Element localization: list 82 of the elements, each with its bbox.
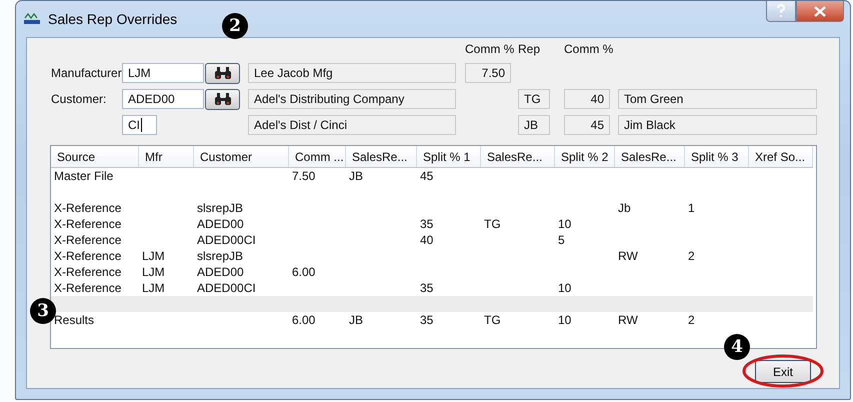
table-cell-text: ADED00CI	[196, 280, 257, 296]
table-cell-text: 10	[557, 280, 572, 296]
column-header[interactable]: SalesRe...	[481, 146, 555, 167]
table-cell-text: X-Reference	[53, 280, 122, 296]
table-cell-text: ADED00CI	[196, 232, 257, 248]
table-cell-text: ADED00	[196, 216, 245, 232]
table-cell-text: X-Reference	[53, 248, 122, 264]
lookup-button[interactable]	[205, 62, 240, 84]
column-header[interactable]: Split % 2	[555, 146, 615, 167]
table-cell-text: 5	[557, 232, 566, 248]
comm-field: 40	[564, 89, 610, 109]
input-field[interactable]: ADED00	[122, 89, 204, 109]
table-cell-text: LJM	[141, 264, 166, 280]
input-field[interactable]: LJM	[122, 63, 204, 83]
column-header[interactable]: SalesRe...	[346, 146, 417, 167]
table-cell-text: ADED00	[196, 264, 245, 280]
table-cell-text: 10	[557, 216, 572, 232]
column-header[interactable]: Comm ...	[289, 146, 346, 167]
rep-name-field: Tom Green	[618, 89, 817, 109]
column-header[interactable]: Mfr	[139, 146, 194, 167]
table-cell-text: JB	[348, 312, 364, 328]
table-cell-text: slsrepJB	[196, 248, 244, 264]
close-button[interactable]	[796, 1, 844, 22]
table-cell-text: Results	[53, 312, 96, 328]
column-header[interactable]: Xref So...	[749, 146, 813, 167]
name-field: Adel's Dist / Cinci	[248, 115, 456, 135]
table-cell-text: slsrepJB	[196, 200, 244, 216]
table-cell-text: X-Reference	[53, 264, 122, 280]
table-cell-text: 6.00	[291, 264, 316, 280]
table-cell-text: TG	[483, 216, 502, 232]
callout-number: 2	[222, 13, 248, 39]
binoculars-icon	[214, 93, 232, 105]
table-cell-text: JB	[348, 168, 364, 184]
name-field: Adel's Distributing Company	[248, 89, 456, 109]
table-cell-text: RW	[617, 312, 639, 328]
window-title: Sales Rep Overrides	[48, 11, 178, 27]
table-cell-text: 35	[419, 280, 434, 296]
table-cell-text: 6.00	[291, 312, 316, 328]
table-cell-text: 35	[419, 216, 434, 232]
field-label: Manufacturer	[51, 66, 122, 80]
table-cell-text: Jb	[617, 200, 632, 216]
table-cell-text: 35	[419, 312, 434, 328]
rep-name-field: Jim Black	[618, 115, 817, 135]
app-logo-icon	[24, 13, 40, 25]
column-label: Comm %	[465, 42, 516, 56]
close-icon	[814, 6, 826, 16]
table-cell-text: LJM	[141, 280, 166, 296]
field-label: Customer:	[51, 92, 108, 106]
column-header[interactable]: Split % 3	[685, 146, 749, 167]
lookup-button[interactable]	[205, 88, 240, 110]
input-field[interactable]: CI	[122, 115, 157, 135]
column-header[interactable]: SalesRe...	[615, 146, 685, 167]
table-cell-text: 1	[687, 200, 696, 216]
comm-field: 45	[564, 115, 610, 135]
table-cell-text: 45	[419, 168, 434, 184]
table-cell-text: 2	[687, 248, 696, 264]
table-cell-text: 7.50	[291, 168, 316, 184]
table-cell-text: 2	[687, 312, 696, 328]
table-cell-text: 40	[419, 232, 434, 248]
help-icon	[776, 4, 786, 18]
table-cell-text: RW	[617, 248, 639, 264]
column-label: Comm %	[564, 42, 614, 56]
column-label: Rep	[518, 42, 542, 56]
column-header[interactable]: Split % 1	[417, 146, 481, 167]
name-field: Lee Jacob Mfg	[248, 63, 456, 83]
rep-field: TG	[518, 89, 550, 109]
rep-field: JB	[518, 115, 550, 135]
table-cell-text: LJM	[141, 248, 166, 264]
callout-number: 4	[724, 334, 750, 360]
table-cell-text: X-Reference	[53, 232, 122, 248]
exit-button[interactable]: Exit	[755, 360, 811, 383]
table-cell-text: 10	[557, 312, 572, 328]
table-cell-text: X-Reference	[53, 200, 122, 216]
table-cell-text: Master File	[53, 168, 114, 184]
column-header[interactable]: Source	[51, 146, 139, 167]
help-button[interactable]	[766, 1, 796, 22]
binoculars-icon	[214, 67, 232, 79]
column-header[interactable]: Customer	[194, 146, 289, 167]
callout-number: 3	[30, 298, 56, 324]
comm-field: 7.50	[465, 63, 511, 83]
table-cell-text: TG	[483, 312, 502, 328]
table-cell-text: X-Reference	[53, 216, 122, 232]
